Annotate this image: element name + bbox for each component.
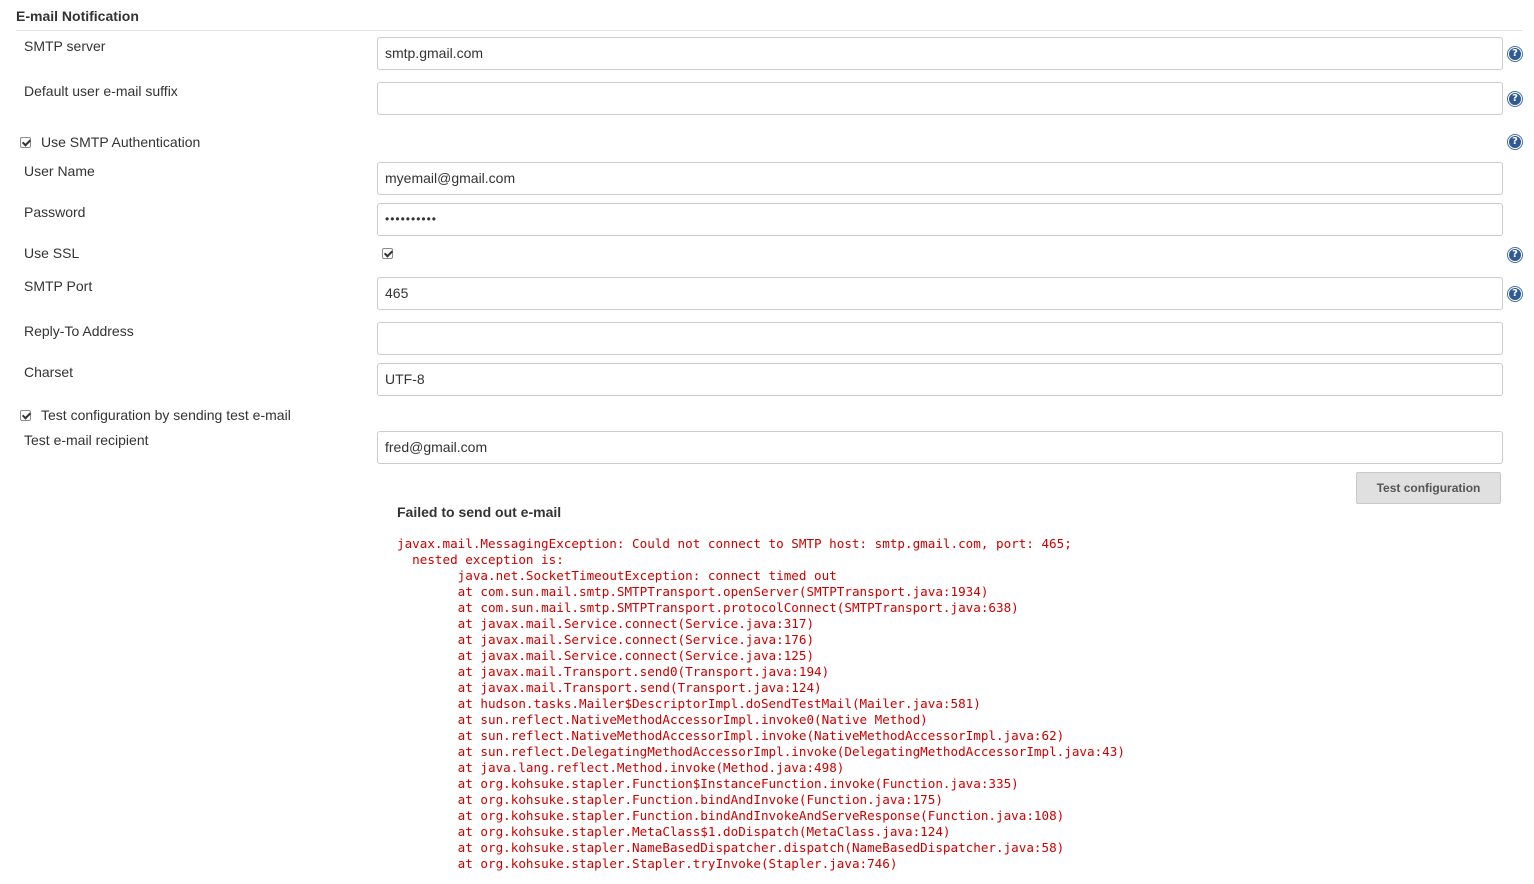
user-name-input[interactable]: myemail@gmail.com [377,162,1503,195]
reply-to-input[interactable] [377,322,1503,355]
error-title: Failed to send out e-mail [397,504,562,520]
stack-trace-line: at javax.mail.Service.connect(Service.ja… [397,616,815,631]
test-configuration-button[interactable]: Test configuration [1356,472,1501,504]
stack-trace-line: at javax.mail.Transport.send0(Transport.… [397,664,830,679]
smtp-port-label: SMTP Port [24,278,93,294]
charset-label: Charset [24,364,74,380]
section-divider [16,30,1522,31]
test-config-checkbox[interactable] [20,409,31,421]
use-smtp-auth-row: Use SMTP Authentication [20,134,200,150]
reply-to-label: Reply-To Address [24,323,134,339]
question-mark-glyph: ? [1512,48,1518,59]
stack-trace-line: java.net.SocketTimeoutException: connect… [397,568,837,583]
smtp-port-input[interactable]: 465 [377,277,1503,310]
use-smtp-auth-label: Use SMTP Authentication [41,134,201,150]
stack-trace-line: at hudson.tasks.Mailer$DescriptorImpl.do… [397,696,981,711]
stack-trace-line: at sun.reflect.NativeMethodAccessorImpl.… [397,728,1065,743]
email-suffix-input[interactable] [377,82,1503,115]
user-name-label: User Name [24,163,95,179]
test-recipient-label: Test e-mail recipient [24,432,149,448]
help-icon[interactable]: ? [1507,46,1523,62]
stack-trace-line: at javax.mail.Service.connect(Service.ja… [397,632,815,647]
password-input[interactable]: •••••••••• [377,203,1503,236]
stack-trace-line: at org.kohsuke.stapler.Function.bindAndI… [397,792,943,807]
section-title: E-mail Notification [16,8,139,24]
test-config-label: Test configuration by sending test e-mai… [41,407,291,423]
stack-trace-line: at org.kohsuke.stapler.MetaClass$1.doDis… [397,824,951,839]
test-recipient-input[interactable]: fred@gmail.com [377,431,1503,464]
stack-trace-line: at com.sun.mail.smtp.SMTPTransport.proto… [397,600,1019,615]
smtp-server-input[interactable]: smtp.gmail.com [377,37,1503,70]
stack-trace-line: at org.kohsuke.stapler.Function.bindAndI… [397,808,1065,823]
help-icon[interactable]: ? [1507,286,1523,302]
email-suffix-label: Default user e-mail suffix [24,83,178,99]
question-mark-glyph: ? [1512,136,1518,147]
stack-trace-line: javax.mail.MessagingException: Could not… [397,536,1072,551]
stack-trace-line: at javax.mail.Transport.send(Transport.j… [397,680,822,695]
charset-input[interactable]: UTF-8 [377,363,1503,396]
help-icon[interactable]: ? [1507,91,1523,107]
stack-trace-line: at javax.mail.Service.connect(Service.ja… [397,648,815,663]
question-mark-glyph: ? [1512,249,1518,260]
use-ssl-label: Use SSL [24,245,80,261]
stack-trace-line: at sun.reflect.NativeMethodAccessorImpl.… [397,712,928,727]
use-ssl-checkbox[interactable] [382,248,393,259]
help-icon[interactable]: ? [1507,247,1523,263]
smtp-server-label: SMTP server [24,38,106,54]
help-icon[interactable]: ? [1507,134,1523,150]
question-mark-glyph: ? [1512,93,1518,104]
password-label: Password [24,204,86,220]
stack-trace-line: at sun.reflect.DelegatingMethodAccessorI… [397,744,1125,759]
test-config-row: Test configuration by sending test e-mai… [20,407,291,423]
stack-trace-line: at org.kohsuke.stapler.Stapler.tryInvoke… [397,856,898,871]
stack-trace-line: nested exception is: [397,552,564,567]
stack-trace-line: at org.kohsuke.stapler.NameBasedDispatch… [397,840,1065,855]
stack-trace-line: at org.kohsuke.stapler.Function$Instance… [397,776,1019,791]
stack-trace-line: at java.lang.reflect.Method.invoke(Metho… [397,760,845,775]
question-mark-glyph: ? [1512,288,1518,299]
stack-trace-line: at com.sun.mail.smtp.SMTPTransport.openS… [397,584,989,599]
use-smtp-auth-checkbox[interactable] [20,136,31,148]
stack-trace: javax.mail.MessagingException: Could not… [397,536,1125,872]
